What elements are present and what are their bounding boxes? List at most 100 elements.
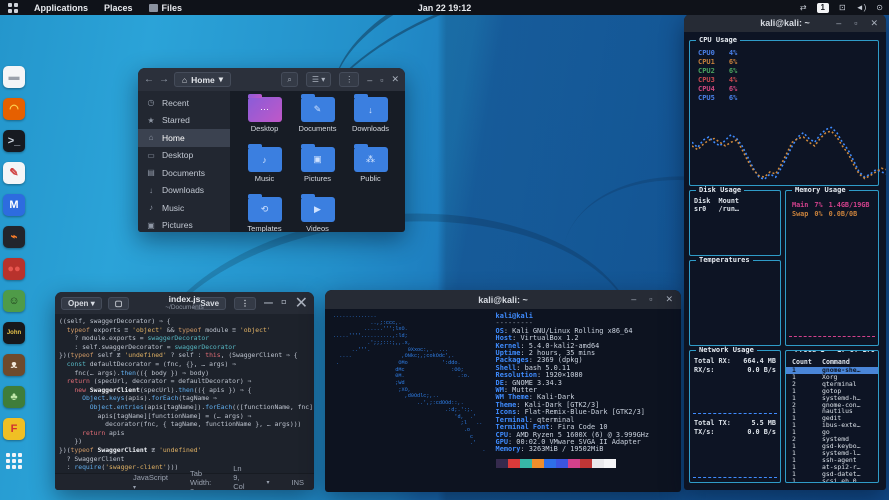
- close-button[interactable]: ✕: [295, 293, 308, 313]
- desktop-icon: ▭: [146, 151, 156, 160]
- sidebar-item-desktop[interactable]: ▭Desktop: [138, 147, 230, 165]
- dock-item-faraday[interactable]: F: [3, 418, 25, 440]
- minimize-button[interactable]: –: [264, 294, 273, 312]
- folder-icon: ↓: [354, 97, 388, 122]
- disk-row: sr0 /run…: [690, 205, 780, 213]
- folder-documents[interactable]: ✎Documents: [291, 97, 344, 143]
- home-icon: ⌂: [146, 133, 156, 142]
- folder-icon: ⟲: [248, 197, 282, 222]
- language-selector[interactable]: JavaScript ▾: [133, 473, 168, 490]
- tx-total-value: 5.5 MB: [751, 419, 776, 428]
- sidebar-item-music[interactable]: ♪Music: [138, 199, 230, 217]
- folder-desktop[interactable]: ⋯Desktop: [238, 97, 291, 143]
- dock-item-ettercap[interactable]: ᴥ: [3, 354, 25, 376]
- network-icon[interactable]: ⇄: [800, 3, 807, 12]
- volume-icon[interactable]: ◄): [856, 3, 867, 12]
- code-line: ((self, swaggerDecorator) ⇒ {: [59, 317, 310, 326]
- files-app-icon: [149, 4, 158, 12]
- close-button[interactable]: ✕: [391, 74, 399, 85]
- editor-title: index.js ~/Documents: [165, 295, 203, 311]
- dock-item-files[interactable]: ▬: [3, 66, 25, 88]
- open-button[interactable]: Open ▾: [61, 297, 102, 310]
- terminal-content[interactable]: .............. ..,;:ccc,. ......''';lxO.…: [325, 309, 681, 472]
- code-line: new SwaggerClient(specUrl).then(({ apis …: [59, 386, 310, 395]
- close-button[interactable]: ✕: [665, 295, 673, 304]
- folder-pictures[interactable]: ▣Pictures: [291, 147, 344, 193]
- dock-item-john-the-ripper[interactable]: John: [3, 322, 25, 344]
- maximize-button[interactable]: ▫: [281, 294, 287, 312]
- sidebar-item-documents[interactable]: ▤Documents: [138, 164, 230, 182]
- dock-item-firefox[interactable]: ◠: [3, 98, 25, 120]
- sidebar-item-starred[interactable]: ★Starred: [138, 112, 230, 130]
- chevron-down-icon: ▾: [219, 74, 223, 85]
- folder-videos[interactable]: ▶Videos: [291, 197, 344, 232]
- code-line: decorator(fnc, { tagName, functionName }…: [59, 420, 310, 429]
- disk-rows: sr0 /run…: [690, 205, 780, 213]
- tab-width-selector[interactable]: Tab Width: 8 ▾: [190, 469, 211, 491]
- dock-item-text-editor[interactable]: ✎: [3, 162, 25, 184]
- recent-icon: ◷: [146, 98, 156, 107]
- chevron-down-icon[interactable]: ▾: [267, 479, 270, 486]
- cpu-core-row: CPU04%: [698, 49, 878, 58]
- clock[interactable]: Jan 22 19:12: [418, 3, 472, 13]
- rx-history-line: [693, 413, 777, 414]
- maximize-button[interactable]: ▫: [380, 75, 383, 85]
- rx-total-label: Total RX:: [694, 357, 731, 366]
- forward-button[interactable]: →: [159, 74, 169, 85]
- new-document-button[interactable]: ▢: [108, 297, 130, 310]
- minimize-button[interactable]: –: [631, 295, 636, 304]
- sidebar-item-home[interactable]: ⌂Home: [138, 129, 230, 147]
- menu-kebab-icon[interactable]: ⋮: [339, 72, 359, 87]
- maximize-button[interactable]: ▫: [854, 19, 857, 28]
- folder-icon: ▶: [301, 197, 335, 222]
- workspace-indicator[interactable]: 1: [817, 3, 829, 13]
- sidebar-item-pictures[interactable]: ▣Pictures: [138, 217, 230, 233]
- neofetch-info: kali@kali---------OS: Kali GNU/Linux Rol…: [496, 313, 650, 468]
- cpu-usage-box: CPU Usage CPU04%CPU16%CPU26%CPU34%CPU46%…: [689, 40, 879, 186]
- dock-item-metasploit[interactable]: M: [3, 194, 25, 216]
- folder-icon: ✎: [301, 97, 335, 122]
- temperatures-box: Temperatures: [689, 260, 781, 346]
- menu-kebab-icon[interactable]: ⋮: [234, 297, 256, 310]
- dock-item-beef[interactable]: ♣: [3, 386, 25, 408]
- search-icon[interactable]: ⌕: [281, 72, 297, 87]
- minimize-button[interactable]: –: [367, 75, 372, 85]
- folder-templates[interactable]: ⟲Templates: [238, 197, 291, 232]
- back-button[interactable]: ←: [144, 74, 154, 85]
- code-area[interactable]: ((self, swaggerDecorator) ⇒ { typeof exp…: [55, 314, 314, 473]
- dock: ▬ ◠ >_ ✎ M ⌁ ●● ☺ John ᴥ ♣ F: [3, 66, 25, 472]
- maximize-button[interactable]: ▫: [649, 295, 652, 304]
- display-icon[interactable]: ⊡: [839, 3, 846, 12]
- menu-files[interactable]: Files: [149, 3, 183, 13]
- top-panel: Applications Places Files Jan 22 19:12 ⇄…: [0, 0, 889, 15]
- view-toggle-button[interactable]: ☰ ▾: [306, 72, 331, 87]
- tx-total-label: Total TX:: [694, 419, 731, 428]
- folder-music[interactable]: ♪Music: [238, 147, 291, 193]
- cursor-position[interactable]: Ln 9, Col 52: [233, 464, 244, 490]
- close-button[interactable]: ✕: [870, 19, 878, 28]
- text-editor-window: Open ▾ ▢ index.js ~/Documents Save ⋮ – ▫…: [55, 292, 314, 490]
- dock-item-cherrytree[interactable]: ●●: [3, 258, 25, 280]
- file-manager-sidebar: ◷Recent★Starred⌂Home▭Desktop▤Documents↓D…: [138, 91, 230, 232]
- process-row: 1ibus-exte…: [786, 422, 878, 429]
- dock-item-terminal[interactable]: >_: [3, 130, 25, 152]
- code-line: Object.entries(apis[tagName]).forEach(([…: [59, 403, 310, 412]
- sidebar-item-recent[interactable]: ◷Recent: [138, 94, 230, 112]
- monitor-content: CPU Usage CPU04%CPU16%CPU26%CPU34%CPU46%…: [684, 32, 886, 490]
- folder-public[interactable]: ⁂Public: [344, 147, 397, 193]
- dock-item-zaproxy[interactable]: ☺: [3, 290, 25, 312]
- sidebar-item-downloads[interactable]: ↓Downloads: [138, 182, 230, 200]
- activities-grid-icon[interactable]: [8, 3, 18, 13]
- dock-item-burpsuite[interactable]: ⌁: [3, 226, 25, 248]
- folder-downloads[interactable]: ↓Downloads: [344, 97, 397, 143]
- menu-places[interactable]: Places: [104, 3, 133, 13]
- path-button[interactable]: ⌂ Home ▾: [174, 72, 231, 87]
- process-row: 1scsi_eh_0: [786, 478, 878, 484]
- minimize-button[interactable]: –: [836, 19, 841, 28]
- code-line: : require('swagger-client'))): [59, 463, 310, 472]
- memory-row: Swap0%0.0B/0B: [792, 210, 878, 219]
- power-icon[interactable]: ⊙: [876, 3, 883, 12]
- menu-applications[interactable]: Applications: [34, 3, 88, 13]
- code-line: })(typeof self ≢ 'undefined' ? self : th…: [59, 351, 310, 360]
- dock-item-show-applications[interactable]: [3, 450, 25, 472]
